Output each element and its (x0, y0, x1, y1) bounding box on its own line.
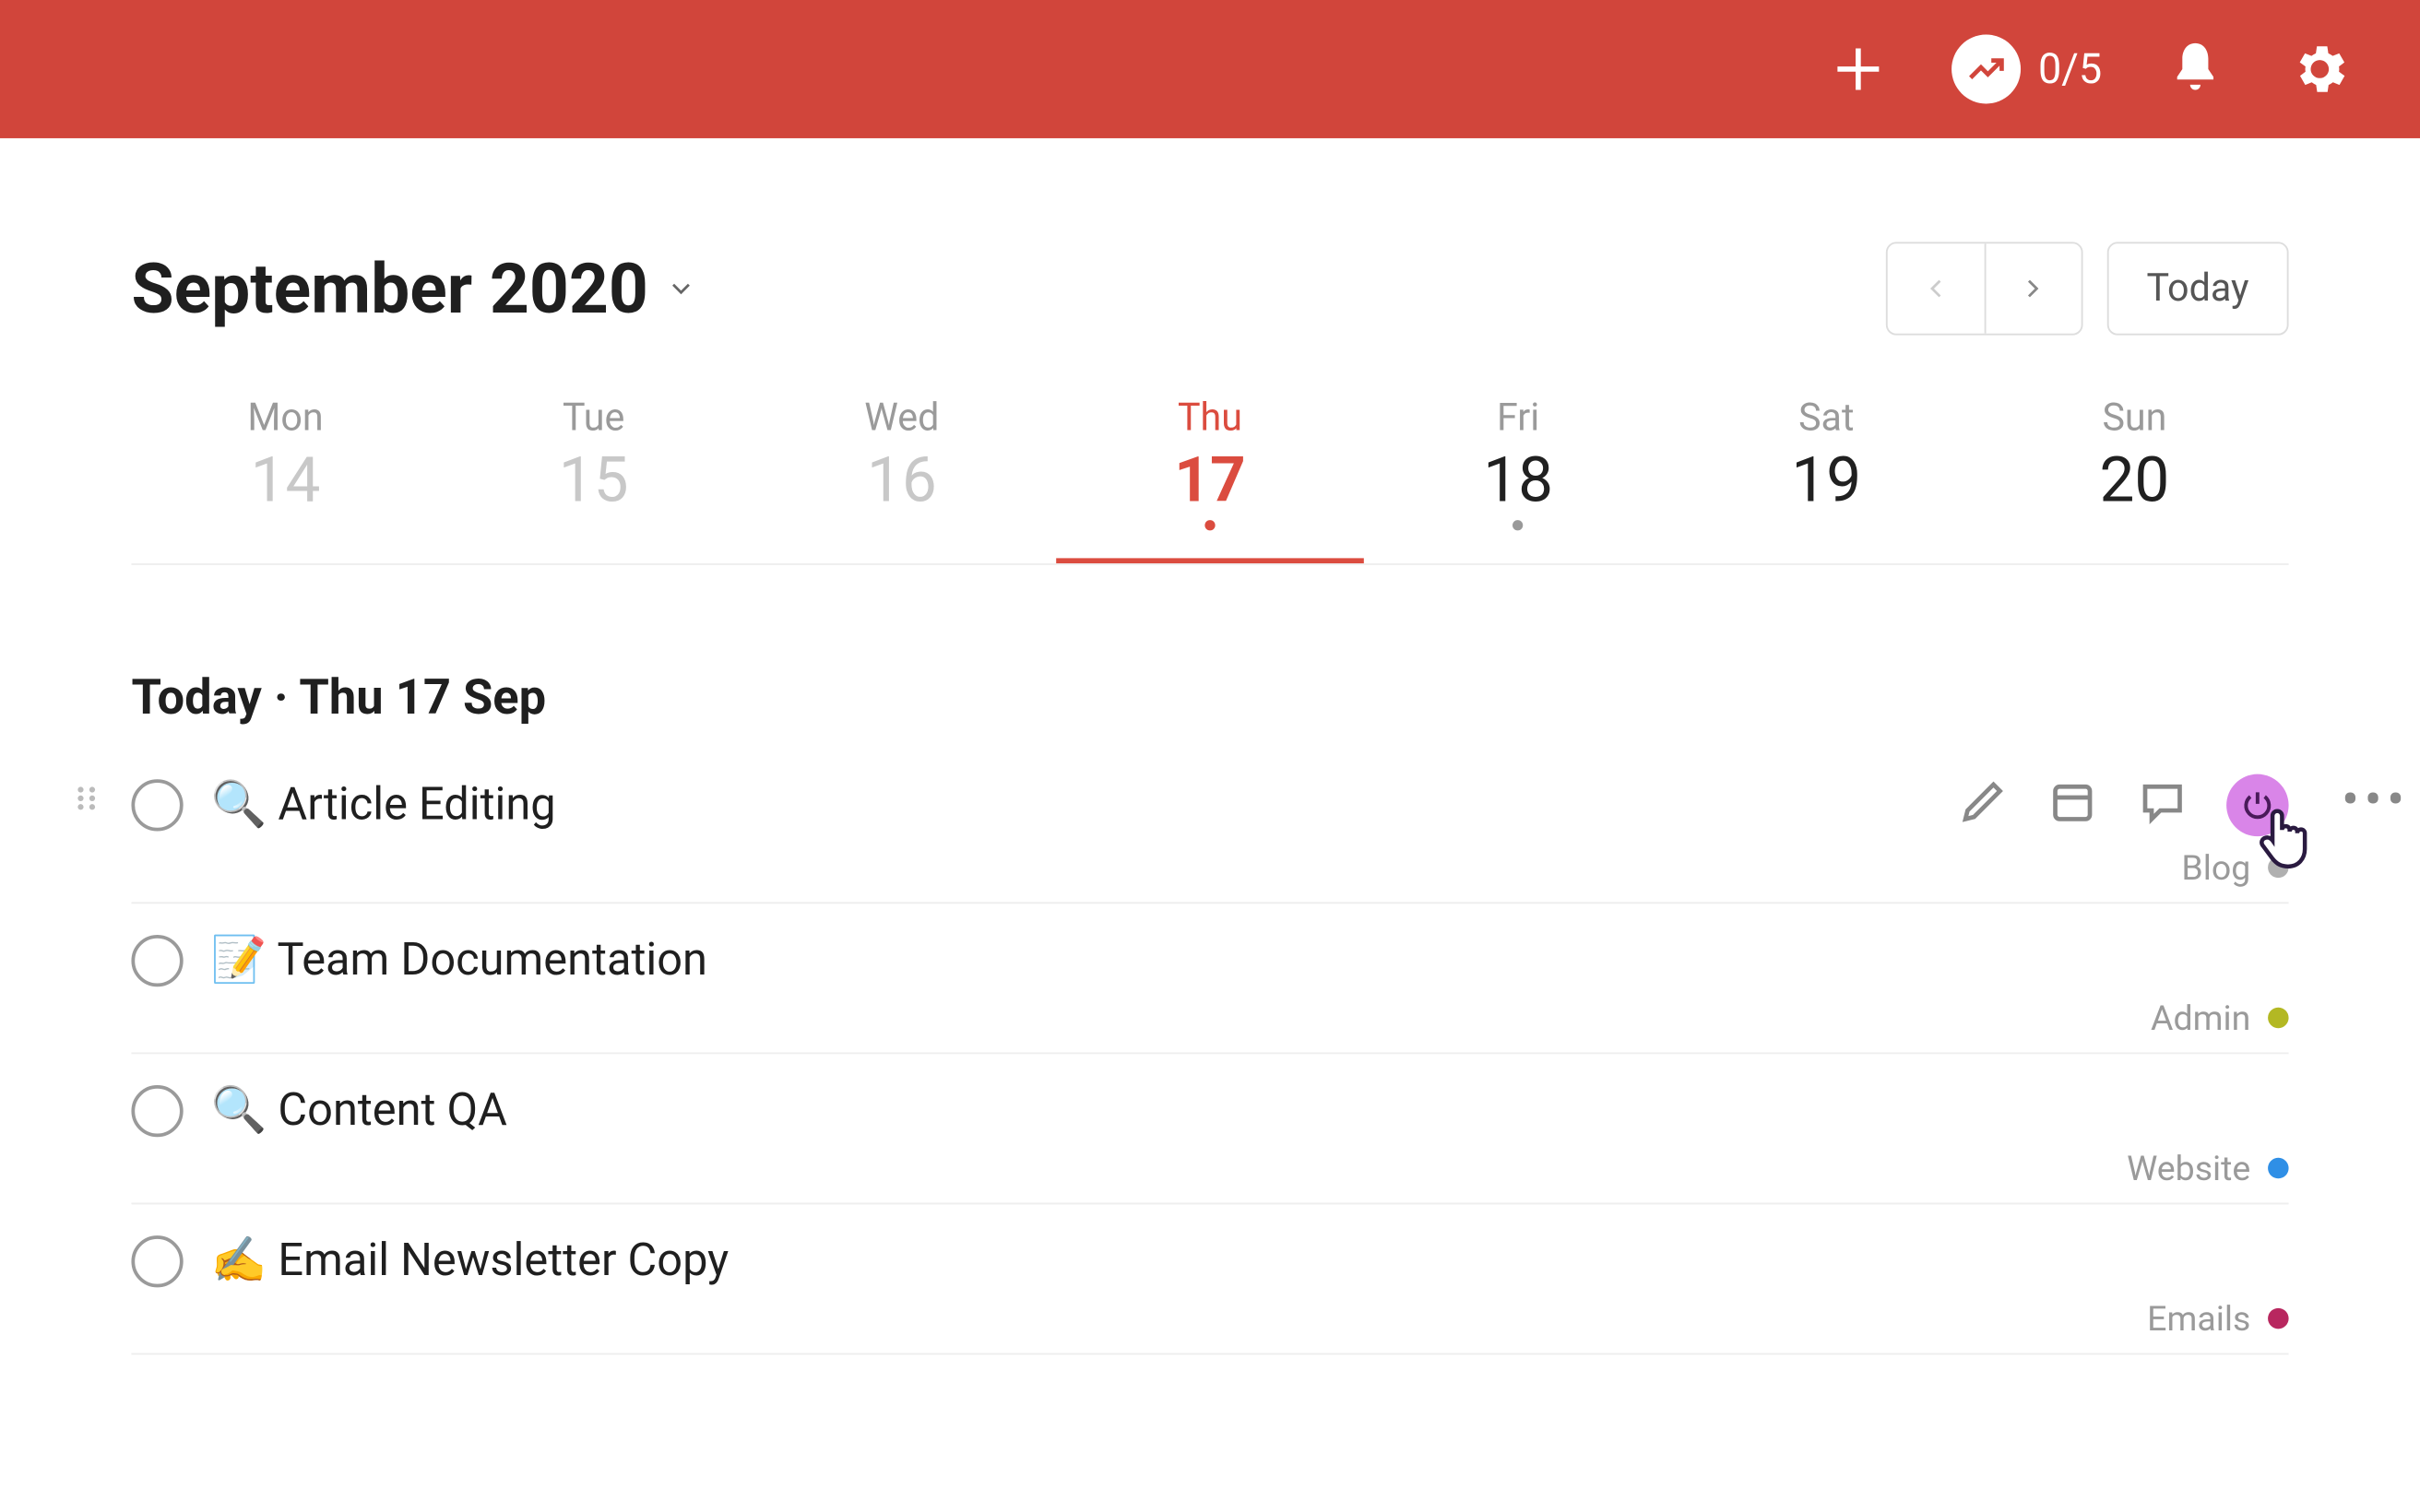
day-column-sat[interactable]: Sat19 (1672, 384, 1980, 563)
day-number: 15 (440, 444, 748, 517)
notifications-icon[interactable] (2165, 38, 2226, 100)
project-color-dot (2268, 1308, 2288, 1329)
task-title: ✍️ Email Newsletter Copy (211, 1235, 730, 1287)
main-content: September 2020 Today Mon14Tue15Wed16Thu (0, 138, 2420, 1355)
more-actions-icon[interactable]: ••• (2342, 771, 2410, 832)
chevron-right-icon (2018, 273, 2049, 304)
task-title: 🔍 Article Editing (211, 779, 556, 831)
today-button[interactable]: Today (2106, 242, 2288, 335)
day-of-week-label: Fri (1364, 397, 1672, 441)
day-of-week-label: Thu (1056, 397, 1364, 441)
productivity-count: 0/5 (2038, 45, 2102, 93)
task-item[interactable]: ✍️ Email Newsletter Copy Emails (131, 1204, 2288, 1354)
task-title: 🔍 Content QA (211, 1085, 507, 1137)
task-hover-actions (1957, 774, 2289, 836)
project-label: Emails (2147, 1298, 2250, 1340)
task-item[interactable]: 📝 Team Documentation Admin (131, 904, 2288, 1054)
prev-week-button[interactable] (1887, 243, 1984, 333)
day-number: 17 (1056, 444, 1364, 517)
task-checkbox[interactable] (131, 1235, 183, 1287)
section-header: Today · Thu 17 Sep (131, 668, 2288, 726)
day-number: 18 (1364, 444, 1672, 517)
task-checkbox[interactable] (131, 779, 183, 831)
settings-icon[interactable] (2289, 38, 2351, 100)
task-project-meta[interactable]: Blog (131, 846, 2288, 888)
day-number: 16 (748, 444, 1056, 517)
day-column-mon[interactable]: Mon14 (131, 384, 439, 563)
add-icon[interactable] (1827, 38, 1889, 100)
task-list: •••🔍 Article EditingBlog📝 Team Documenta… (131, 763, 2288, 1354)
day-of-week-label: Tue (440, 397, 748, 441)
project-color-dot (2268, 1008, 2288, 1028)
week-nav-buttons: Today (1885, 242, 2288, 335)
day-number: 14 (131, 444, 439, 517)
toggl-start-button[interactable] (2226, 774, 2288, 836)
project-label: Admin (2151, 997, 2250, 1038)
day-column-fri[interactable]: Fri18 (1364, 384, 1672, 563)
day-of-week-label: Wed (748, 397, 1056, 441)
task-item[interactable]: •••🔍 Article EditingBlog (131, 763, 2288, 904)
app-header: 0/5 (0, 0, 2420, 138)
month-navigation-row: September 2020 Today (131, 242, 2288, 335)
task-indicator-dot (1204, 520, 1215, 530)
task-checkbox[interactable] (131, 1085, 183, 1137)
day-column-tue[interactable]: Tue15 (440, 384, 748, 563)
project-label: Website (2127, 1148, 2250, 1189)
day-column-thu[interactable]: Thu17 (1056, 384, 1364, 563)
day-column-sun[interactable]: Sun20 (1980, 384, 2288, 563)
project-label: Blog (2181, 846, 2250, 888)
schedule-icon[interactable] (2046, 776, 2098, 835)
task-indicator-dot (1513, 520, 1524, 530)
day-of-week-label: Sun (1980, 397, 2288, 441)
project-color-dot (2268, 857, 2288, 878)
day-of-week-label: Mon (131, 397, 439, 441)
project-color-dot (2268, 1158, 2288, 1178)
drag-handle-icon[interactable] (69, 781, 103, 822)
productivity-button[interactable]: 0/5 (1951, 34, 2102, 103)
productivity-chart-icon (1951, 34, 2021, 103)
week-nav-pair (1885, 242, 2082, 335)
day-number: 19 (1672, 444, 1980, 517)
month-title: September 2020 (131, 248, 647, 329)
chevron-left-icon (1920, 273, 1951, 304)
day-strip: Mon14Tue15Wed16Thu17Fri18Sat19Sun20 (131, 384, 2288, 565)
edit-icon[interactable] (1957, 776, 2009, 835)
task-checkbox[interactable] (131, 935, 183, 986)
task-project-meta[interactable]: Website (131, 1148, 2288, 1189)
month-picker[interactable]: September 2020 (131, 248, 696, 329)
day-column-wed[interactable]: Wed16 (748, 384, 1056, 563)
task-project-meta[interactable]: Admin (131, 997, 2288, 1038)
chevron-down-icon (666, 273, 697, 304)
next-week-button[interactable] (1984, 243, 2081, 333)
task-title: 📝 Team Documentation (211, 935, 707, 986)
today-button-label: Today (2146, 267, 2248, 311)
day-of-week-label: Sat (1672, 397, 1980, 441)
task-item[interactable]: 🔍 Content QA Website (131, 1054, 2288, 1204)
comment-icon[interactable] (2137, 776, 2189, 835)
day-number: 20 (1980, 444, 2288, 517)
task-project-meta[interactable]: Emails (131, 1298, 2288, 1340)
